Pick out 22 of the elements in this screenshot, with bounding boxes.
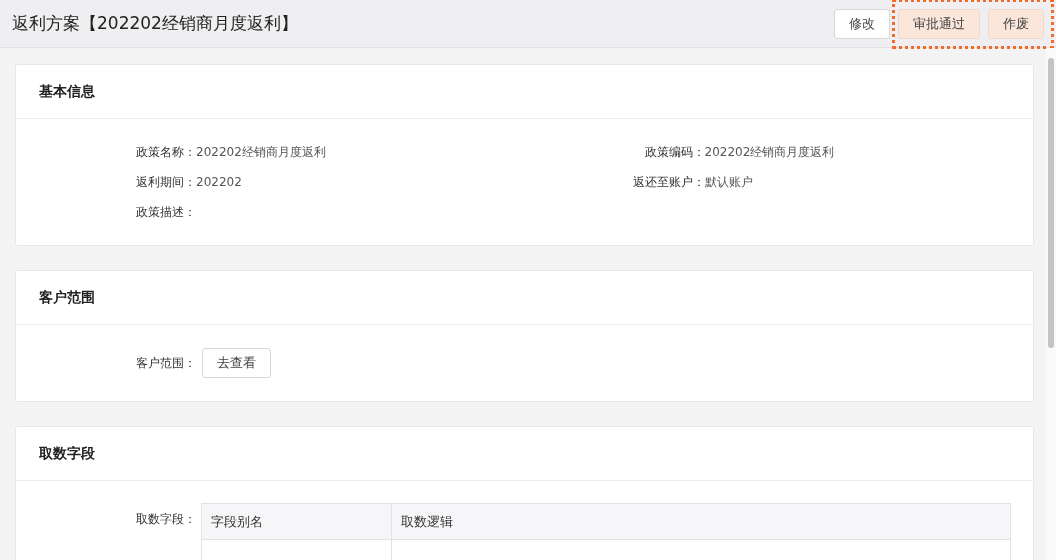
field-value: 202202	[196, 175, 242, 189]
field-label: 政策名称：	[135, 143, 196, 161]
section-title: 基本信息	[39, 82, 95, 101]
field-label: 返利期间：	[135, 173, 196, 191]
field-value: 默认账户	[704, 173, 753, 191]
scrollbar[interactable]	[1046, 48, 1056, 560]
column-header: 取数逻辑	[400, 512, 454, 531]
section-title: 客户范围	[39, 288, 95, 307]
field-value: 202202经销商月度返利	[704, 143, 835, 161]
field-value: 202202经销商月度返利	[196, 143, 326, 161]
action-button[interactable]: 修改	[834, 8, 890, 39]
section-title: 取数字段	[39, 444, 95, 463]
field-label: 返还至账户：	[631, 173, 705, 191]
field-label: 取数字段：	[135, 511, 196, 528]
column-header: 字段别名	[202, 504, 392, 539]
action-button[interactable]: 审批通过	[898, 8, 980, 39]
field-label: 政策编码：	[643, 143, 705, 161]
field-label: 政策描述：	[135, 203, 196, 221]
action-button[interactable]: 作废	[988, 8, 1044, 39]
page-title: 返利方案【202202经销商月度返利】	[12, 12, 298, 35]
field-label: 客户范围：	[135, 354, 196, 372]
view-button[interactable]: 去查看	[202, 348, 271, 378]
